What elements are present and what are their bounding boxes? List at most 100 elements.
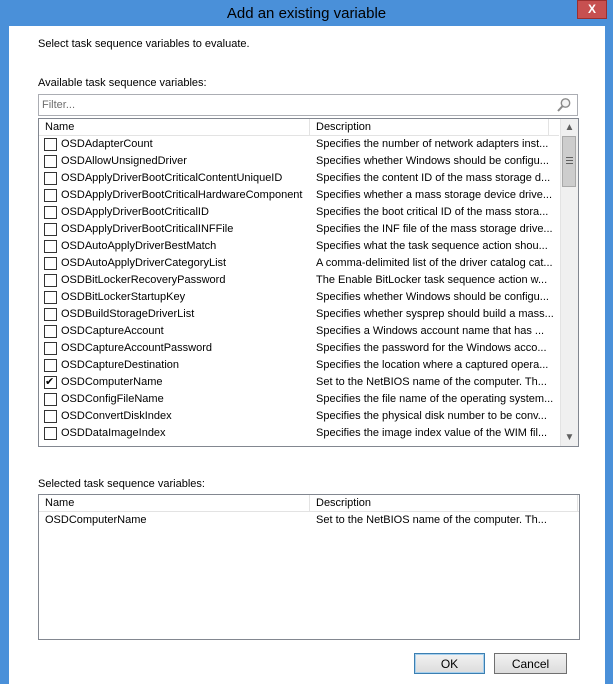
variable-name: OSDAllowUnsignedDriver bbox=[61, 155, 187, 167]
column-header-description[interactable]: Description bbox=[310, 119, 549, 135]
dialog-window: Add an existing variable X Select task s… bbox=[0, 0, 613, 684]
variable-name: OSDCaptureDestination bbox=[61, 359, 180, 371]
list-item[interactable]: OSDApplyDriverBootCriticalINFFile Specifi… bbox=[39, 221, 560, 238]
variable-name: OSDConfigFileName bbox=[61, 393, 164, 405]
list-item[interactable]: OSDCaptureDestination Specifies the locat… bbox=[39, 357, 560, 374]
variable-name: OSDComputerName bbox=[45, 514, 147, 526]
row-checkbox[interactable] bbox=[44, 410, 57, 423]
row-checkbox[interactable] bbox=[44, 308, 57, 321]
variable-name: OSDAdapterCount bbox=[61, 138, 153, 150]
variable-name: OSDCaptureAccount bbox=[61, 325, 164, 337]
variable-description: Specifies the password for the Windows a… bbox=[316, 342, 547, 354]
list-item[interactable]: OSDAdapterCount Specifies the number of n… bbox=[39, 136, 560, 153]
row-checkbox[interactable] bbox=[44, 342, 57, 355]
row-checkbox[interactable] bbox=[44, 325, 57, 338]
list-item[interactable]: OSDCaptureAccountPassword Specifies the p… bbox=[39, 340, 560, 357]
variable-name: OSDApplyDriverBootCriticalContentUniqueI… bbox=[61, 172, 283, 184]
variable-description: Specifies the image index value of the W… bbox=[316, 427, 548, 439]
row-checkbox[interactable] bbox=[44, 206, 57, 219]
list-item[interactable]: OSDAllowUnsignedDriver Specifies whether … bbox=[39, 153, 560, 170]
ok-button[interactable]: OK bbox=[414, 653, 485, 674]
grip-icon bbox=[566, 157, 573, 158]
available-variables-label: Available task sequence variables: bbox=[38, 77, 207, 89]
row-checkbox[interactable] bbox=[44, 138, 57, 151]
variable-description: The Enable BitLocker task sequence actio… bbox=[316, 274, 548, 286]
variable-description: Specifies whether sysprep should build a… bbox=[316, 308, 554, 320]
list-item[interactable]: OSDAutoApplyDriverBestMatch Specifies wha… bbox=[39, 238, 560, 255]
row-checkbox[interactable] bbox=[44, 374, 57, 391]
list-item[interactable]: OSDApplyDriverBootCriticalID Specifies th… bbox=[39, 204, 560, 221]
selected-variables-label: Selected task sequence variables: bbox=[38, 478, 205, 490]
variable-description: Specifies whether a mass storage device … bbox=[316, 189, 553, 201]
list-item[interactable]: OSDBitLockerStartupKey Specifies whether … bbox=[39, 289, 560, 306]
list-item[interactable]: OSDCaptureAccount Specifies a Windows acc… bbox=[39, 323, 560, 340]
variable-description: Specifies the INF file of the mass stora… bbox=[316, 223, 553, 235]
list-item[interactable]: OSDApplyDriverBootCriticalHardwareCompon… bbox=[39, 187, 560, 204]
variable-description: Specifies what the task sequence action … bbox=[316, 240, 548, 252]
search-icon[interactable] bbox=[556, 97, 572, 113]
dialog-client-area: Select task sequence variables to evalua… bbox=[9, 26, 605, 684]
variable-name: OSDCaptureAccountPassword bbox=[61, 342, 213, 354]
available-list-header: Name Description bbox=[39, 119, 559, 136]
window-frame-left bbox=[0, 26, 9, 684]
row-checkbox[interactable] bbox=[44, 189, 57, 202]
variable-description: Specifies whether Windows should be conf… bbox=[316, 155, 549, 167]
available-variables-list[interactable]: Name Description OSDAdapterCount Specifie… bbox=[38, 118, 579, 447]
variable-description: Specifies the physical disk number to be… bbox=[316, 410, 547, 422]
variable-description: Specifies whether Windows should be conf… bbox=[316, 291, 549, 303]
dialog-title: Add an existing variable bbox=[226, 5, 387, 22]
variable-name: OSDBitLockerRecoveryPassword bbox=[61, 274, 226, 286]
selected-list-header: Name Description bbox=[39, 495, 579, 512]
filter-box[interactable] bbox=[38, 94, 578, 116]
variable-description: Set to the NetBIOS name of the computer.… bbox=[316, 514, 547, 526]
column-header-name[interactable]: Name bbox=[39, 119, 310, 135]
column-header-name[interactable]: Name bbox=[39, 495, 310, 511]
variable-name: OSDBitLockerStartupKey bbox=[61, 291, 186, 303]
title-bar[interactable]: Add an existing variable X bbox=[0, 0, 613, 27]
available-list-scrollbar[interactable]: ▲ ▼ bbox=[560, 119, 578, 446]
list-item[interactable]: OSDBuildStorageDriverList Specifies wheth… bbox=[39, 306, 560, 323]
available-list-rows: OSDAdapterCount Specifies the number of n… bbox=[39, 136, 560, 442]
variable-name: OSDComputerName bbox=[61, 376, 163, 388]
row-checkbox[interactable] bbox=[44, 359, 57, 372]
list-item[interactable]: OSDBitLockerRecoveryPassword The Enable B… bbox=[39, 272, 560, 289]
row-checkbox[interactable] bbox=[44, 257, 57, 270]
selected-list-rows: OSDComputerName Set to the NetBIOS name o… bbox=[39, 512, 560, 529]
list-item[interactable]: OSDAutoApplyDriverCategoryList A comma-de… bbox=[39, 255, 560, 272]
filter-input[interactable] bbox=[42, 97, 542, 112]
row-checkbox[interactable] bbox=[44, 223, 57, 236]
variable-description: Specifies the number of network adapters… bbox=[316, 138, 549, 150]
variable-description: Specifies the location where a captured … bbox=[316, 359, 549, 371]
column-header-description[interactable]: Description bbox=[310, 495, 578, 511]
list-item[interactable]: OSDComputerName Set to the NetBIOS name o… bbox=[39, 374, 560, 391]
row-checkbox[interactable] bbox=[44, 291, 57, 304]
row-checkbox[interactable] bbox=[44, 393, 57, 406]
row-checkbox[interactable] bbox=[44, 427, 57, 440]
variable-name: OSDAutoApplyDriverCategoryList bbox=[61, 257, 227, 269]
list-item[interactable]: OSDConfigFileName Specifies the file name… bbox=[39, 391, 560, 408]
cancel-button[interactable]: Cancel bbox=[494, 653, 567, 674]
variable-description: Specifies a Windows account name that ha… bbox=[316, 325, 545, 337]
intro-text: Select task sequence variables to evalua… bbox=[38, 38, 250, 50]
scroll-up-arrow-icon[interactable]: ▲ bbox=[561, 119, 578, 136]
variable-name: OSDApplyDriverBootCriticalINFFile bbox=[61, 223, 234, 235]
row-checkbox[interactable] bbox=[44, 240, 57, 253]
variable-description: Set to the NetBIOS name of the computer.… bbox=[316, 376, 547, 388]
list-item[interactable]: OSDDataImageIndex Specifies the image ind… bbox=[39, 425, 560, 442]
scroll-down-arrow-icon[interactable]: ▼ bbox=[561, 429, 578, 446]
variable-description: Specifies the content ID of the mass sto… bbox=[316, 172, 551, 184]
window-frame-right bbox=[605, 26, 613, 684]
row-checkbox[interactable] bbox=[44, 172, 57, 185]
row-checkbox[interactable] bbox=[44, 274, 57, 287]
row-checkbox[interactable] bbox=[44, 155, 57, 168]
scrollbar-thumb[interactable] bbox=[562, 136, 576, 187]
variable-name: OSDBuildStorageDriverList bbox=[61, 308, 195, 320]
variable-description: Specifies the boot critical ID of the ma… bbox=[316, 206, 549, 218]
close-button[interactable]: X bbox=[577, 0, 607, 19]
list-item[interactable]: OSDApplyDriverBootCriticalContentUniqueI… bbox=[39, 170, 560, 187]
selected-variables-list[interactable]: Name Description OSDComputerName Set to t… bbox=[38, 494, 580, 640]
variable-name: OSDApplyDriverBootCriticalID bbox=[61, 206, 209, 218]
list-item[interactable]: OSDConvertDiskIndex Specifies the physica… bbox=[39, 408, 560, 425]
variable-name: OSDDataImageIndex bbox=[61, 427, 166, 439]
list-item[interactable]: OSDComputerName Set to the NetBIOS name o… bbox=[39, 512, 560, 529]
